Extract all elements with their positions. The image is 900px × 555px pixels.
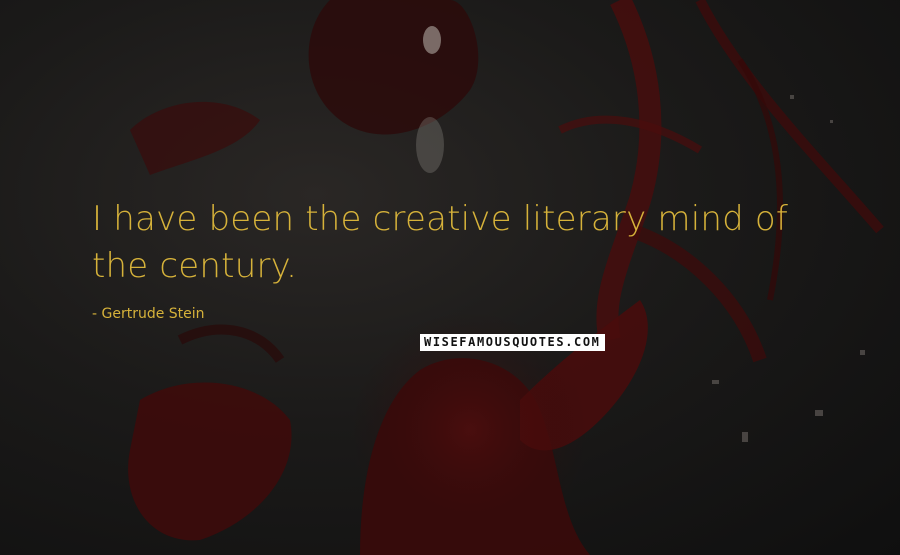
figure-head-shape xyxy=(308,0,479,135)
watermark-text: WISEFAMOUSQUOTES.COM xyxy=(424,335,601,349)
quote-text: I have been the creative literary mind o… xyxy=(92,199,789,286)
tentacle-3 xyxy=(558,115,703,154)
mask-highlight xyxy=(416,117,444,173)
left-arm-shape xyxy=(130,101,260,175)
quote-author: - Gertrude Stein xyxy=(92,306,205,322)
watermark-logo: WISEFAMOUSQUOTES.COM xyxy=(420,334,605,351)
lower-left-claw xyxy=(177,324,285,363)
quote-card: I have been the creative literary mind o… xyxy=(0,0,900,555)
eye-shape xyxy=(423,26,441,54)
lower-left-fist xyxy=(128,382,292,541)
